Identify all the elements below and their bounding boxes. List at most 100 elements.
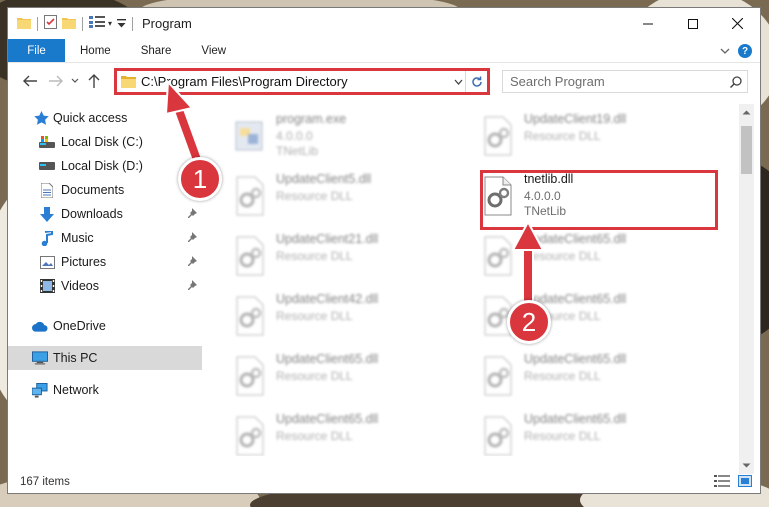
minimize-icon [642,23,653,24]
folder-icon[interactable] [17,16,31,32]
pictures-icon [39,254,55,270]
file-type: Resource DLL [524,249,601,263]
large-icons-view-icon[interactable] [738,475,752,490]
file-item[interactable]: UpdateClient42.dll Resource DLL [216,288,456,342]
videos-icon [39,278,55,294]
recent-locations-button[interactable] [69,68,81,94]
file-item[interactable]: UpdateClient19.dll Resource DLL [464,108,704,162]
status-bar: 167 items [8,470,760,493]
search-input[interactable]: Search Program [503,74,725,89]
nav-item-documents[interactable]: Documents [8,178,202,202]
music-icon [39,230,55,246]
file-type: Resource DLL [276,369,353,383]
new-folder-icon[interactable] [62,16,76,32]
dll-icon [484,416,512,456]
dll-icon [236,296,264,336]
drive-icon [39,158,55,174]
nav-item-this-pc[interactable]: This PC [8,346,202,370]
dll-icon [484,116,512,156]
file-name: UpdateClient5.dll [276,172,372,186]
file-name: program.exe [276,112,347,126]
separator [82,16,83,31]
up-arrow-icon [88,74,100,88]
pin-icon[interactable] [187,279,197,293]
help-icon[interactable]: ? [738,44,752,58]
close-button[interactable] [715,8,760,39]
forward-button[interactable] [43,68,69,94]
file-name: UpdateClient65.dll [524,232,627,246]
file-name: UpdateClient65.dll [276,412,379,426]
dll-icon [236,356,264,396]
title-bar: ▾ Program [8,8,760,39]
nav-item-label: Pictures [61,255,107,269]
documents-icon [39,182,55,198]
nav-item-videos[interactable]: Videos [8,274,202,298]
file-type: Resource DLL [524,429,601,443]
nav-item-label: Music [61,231,94,245]
up-button[interactable] [81,68,107,94]
chevron-down-icon [71,78,79,83]
back-button[interactable] [17,68,43,94]
file-explorer-window: ▾ Program File Home Share View ? C:\Prog… [7,7,761,494]
tab-share[interactable]: Share [126,39,187,62]
file-description: TNetLib [276,144,319,158]
file-item[interactable]: program.exe 4.0.0.0 TNetLib [216,108,456,162]
scrollbar-thumb[interactable] [741,126,752,174]
address-bar-highlight [114,68,490,95]
file-item[interactable]: UpdateClient5.dll Resource DLL [216,168,456,222]
nav-item-label: Local Disk (C:) [61,135,143,149]
expand-ribbon-icon[interactable] [720,44,730,58]
file-type: Resource DLL [524,309,601,323]
nav-item-quick-access[interactable]: Quick access [8,106,202,130]
nav-item-downloads[interactable]: Downloads [8,202,202,226]
scroll-up-icon[interactable] [742,109,751,115]
file-item[interactable]: UpdateClient21.dll Resource DLL [216,228,456,282]
file-version: 4.0.0.0 [276,129,313,143]
window-controls [625,8,760,39]
nav-item-onedrive[interactable]: OneDrive [8,314,202,338]
chevron-down-icon[interactable]: ▾ [108,19,112,28]
pin-icon[interactable] [187,207,197,221]
tnetlib-highlight [480,170,718,230]
file-item[interactable]: UpdateClient65.dll Resource DLL [464,408,704,456]
nav-item-label: Quick access [53,111,128,125]
nav-item-music[interactable]: Music [8,226,202,250]
dll-icon [236,416,264,456]
file-item[interactable]: UpdateClient65.dll Resource DLL [464,288,704,342]
file-type: Resource DLL [276,309,353,323]
file-list: program.exe 4.0.0.0 TNetLib UpdateClient… [216,104,740,456]
pin-icon[interactable] [187,135,197,149]
minimize-button[interactable] [625,8,670,39]
vertical-scrollbar[interactable] [739,104,754,474]
customize-toolbar-icon[interactable] [117,17,127,31]
nav-item-pictures[interactable]: Pictures [8,250,202,274]
details-view-icon[interactable] [714,475,730,490]
pin-icon[interactable] [187,255,197,269]
search-icon[interactable] [725,75,747,88]
tab-file[interactable]: File [8,39,65,62]
tab-view[interactable]: View [186,39,241,62]
scroll-down-icon[interactable] [742,463,751,469]
nav-item-network[interactable]: Network [8,378,202,402]
properties-icon[interactable] [44,15,57,32]
file-name: UpdateClient65.dll [524,352,627,366]
forward-arrow-icon [49,75,63,87]
navigation-pane: Quick access Local Disk (C:) Local Disk … [8,104,202,456]
file-type: Resource DLL [276,249,353,263]
tab-home[interactable]: Home [65,39,126,62]
address-row: C:\Program Files\Program Directory Searc… [8,64,760,98]
computer-icon [32,350,48,366]
file-item[interactable]: UpdateClient65.dll Resource DLL [216,408,456,456]
file-name: UpdateClient65.dll [276,352,379,366]
nav-item-local-disk-d[interactable]: Local Disk (D:) [8,154,202,178]
file-item[interactable]: UpdateClient65.dll Resource DLL [464,348,704,402]
nav-item-local-disk-c[interactable]: Local Disk (C:) [8,130,202,154]
view-buttons [714,475,752,490]
pin-icon[interactable] [187,231,197,245]
file-name: UpdateClient65.dll [524,292,627,306]
search-box[interactable]: Search Program [502,70,748,93]
maximize-button[interactable] [670,8,715,39]
file-item[interactable]: UpdateClient65.dll Resource DLL [216,348,456,402]
view-options-icon[interactable] [89,16,105,31]
file-item[interactable]: UpdateClient65.dll Resource DLL [464,228,704,282]
